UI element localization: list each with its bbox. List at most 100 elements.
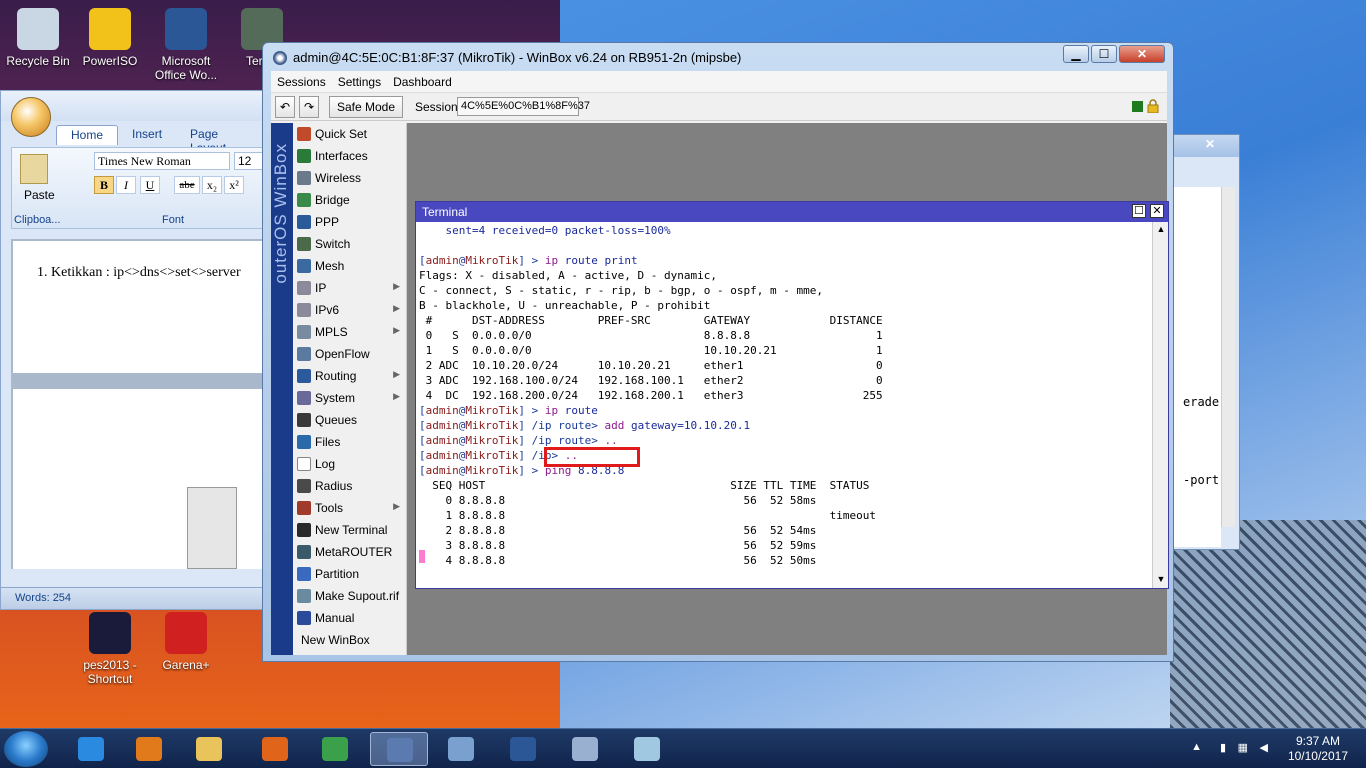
paste-icon[interactable]	[20, 154, 48, 184]
recycle-bin-icon[interactable]: Recycle Bin	[0, 8, 76, 68]
minimize-button[interactable]: ▁	[1063, 45, 1089, 63]
nav-item-mpls[interactable]: MPLS ▶	[293, 321, 406, 343]
nav-item-openflow[interactable]: OpenFlow	[293, 343, 406, 365]
pes2013-icon[interactable]: pes2013 - Shortcut	[72, 612, 148, 686]
nav-item-new-terminal[interactable]: New Terminal	[293, 519, 406, 541]
taskbar-paint-button[interactable]	[556, 732, 614, 766]
terminal-window[interactable]: Terminal ☐ ✕ sent=4 received=0 packet-lo…	[415, 201, 1169, 589]
safe-mode-button[interactable]: Safe Mode	[329, 96, 403, 118]
nav-item-new-winbox[interactable]: New WinBox	[293, 629, 406, 651]
underline-button[interactable]: U	[140, 176, 160, 194]
font-name-select[interactable]: Times New Roman	[94, 152, 230, 170]
bold-button[interactable]: B	[94, 176, 114, 194]
word-icon	[510, 737, 536, 761]
tab-page-layout[interactable]: Page Layout	[176, 125, 271, 155]
word-window[interactable]: Home Insert Page Layout Paste Times New …	[0, 90, 273, 610]
nav-item-log[interactable]: Log	[293, 453, 406, 475]
close-button[interactable]: ✕	[1119, 45, 1165, 63]
nav-item-mesh[interactable]: Mesh	[293, 255, 406, 277]
terminal-command: ..	[604, 434, 617, 447]
nav-item-label: OpenFlow	[315, 347, 370, 361]
command-keyword: ..	[604, 434, 618, 447]
terminal-screen[interactable]: sent=4 received=0 packet-loss=100% [admin…	[416, 222, 1154, 588]
tab-home[interactable]: Home	[56, 125, 119, 145]
redo-button[interactable]: ↷	[299, 96, 319, 118]
scroll-down-icon[interactable]: ▼	[1155, 574, 1167, 586]
undo-button[interactable]: ↶	[275, 96, 295, 118]
clock[interactable]: 9:37 AM 10/10/2017	[1288, 734, 1348, 764]
word-shortcut-icon[interactable]: Microsoft Office Wo...	[148, 8, 224, 82]
lock-icon	[1147, 99, 1159, 113]
terminal-close-button[interactable]: ✕	[1150, 204, 1164, 218]
taskbar-explorer-button[interactable]	[180, 732, 238, 766]
winbox-window[interactable]: admin@4C:5E:0C:B1:8F:37 (MikroTik) - Win…	[262, 42, 1174, 662]
taskbar-winbox-button[interactable]	[370, 732, 428, 766]
command-keyword: ip	[544, 254, 559, 267]
network-icon[interactable]: ▦	[1238, 741, 1248, 754]
menu-settings[interactable]: Settings	[332, 71, 387, 92]
nav-item-radius[interactable]: Radius	[293, 475, 406, 497]
nav-item-system[interactable]: System ▶	[293, 387, 406, 409]
terminal-line: [admin@MikroTik] > ip route print	[419, 253, 638, 268]
taskbar-firefox-button[interactable]	[246, 732, 304, 766]
document-text: 1. Ketikkan : ip<>dns<>set<>server	[37, 265, 241, 280]
nav-item-ip[interactable]: IP ▶	[293, 277, 406, 299]
menu-sessions[interactable]: Sessions	[271, 71, 332, 92]
garena-icon[interactable]: Garena+	[148, 612, 224, 672]
battery-icon[interactable]: ▮	[1220, 741, 1226, 754]
session-field[interactable]: 4C%5E%0C%B1%8F%37	[457, 97, 590, 116]
command-keyword: ip	[544, 404, 559, 417]
terminal-titlebar[interactable]: Terminal ☐ ✕	[416, 202, 1168, 222]
terminal-line: sent=4 received=0 packet-loss=100%	[419, 224, 671, 237]
taskbar-media-player-button[interactable]	[120, 732, 178, 766]
poweriso-icon[interactable]: PowerISO	[72, 8, 148, 68]
italic-button[interactable]: I	[116, 176, 136, 194]
nav-item-tools[interactable]: Tools ▶	[293, 497, 406, 519]
strikethrough-button[interactable]: abe	[174, 176, 200, 194]
nav-item-ipv6[interactable]: IPv6 ▶	[293, 299, 406, 321]
nav-item-partition[interactable]: Partition	[293, 563, 406, 585]
nav-item-quick-set[interactable]: Quick Set	[293, 123, 406, 145]
terminal-scrollbar[interactable]: ▲ ▼	[1152, 222, 1168, 588]
desktop-icon-label: Recycle Bin	[6, 54, 70, 68]
superscript-button[interactable]: x²	[224, 176, 244, 194]
volume-icon[interactable]: ◀	[1260, 741, 1268, 754]
nav-item-wireless[interactable]: Wireless	[293, 167, 406, 189]
show-hidden-icons-icon[interactable]: ▲	[1191, 741, 1202, 753]
office-button[interactable]	[11, 97, 51, 137]
nav-item-files[interactable]: Files	[293, 431, 406, 453]
maximize-button[interactable]: ☐	[1091, 45, 1117, 63]
taskbar-notes-button[interactable]	[618, 732, 676, 766]
nav-item-metarouter[interactable]: MetaROUTER	[293, 541, 406, 563]
prompt-segment: [	[419, 464, 426, 477]
nav-item-manual[interactable]: Manual	[293, 607, 406, 629]
taskbar-chrome-button[interactable]	[306, 732, 364, 766]
tab-insert[interactable]: Insert	[118, 125, 176, 145]
nav-item-switch[interactable]: Switch	[293, 233, 406, 255]
tools-icon	[297, 501, 311, 515]
terminal-line: # DST-ADDRESS PREF-SRC GATEWAY DISTANCE	[419, 314, 883, 327]
taskbar-word-button[interactable]	[494, 732, 552, 766]
nav-item-make-supout-rif[interactable]: Make Supout.rif	[293, 585, 406, 607]
close-icon[interactable]: ✕	[1205, 137, 1215, 151]
nav-item-bridge[interactable]: Bridge	[293, 189, 406, 211]
document-page[interactable]: 1. Ketikkan : ip<>dns<>set<>server	[13, 241, 273, 373]
background-window-scrollbar[interactable]	[1221, 187, 1235, 527]
terminal-line: 3 ADC 192.168.100.0/24 192.168.100.1 eth…	[419, 374, 883, 387]
taskbar-ie-button[interactable]	[62, 732, 120, 766]
nav-item-queues[interactable]: Queues	[293, 409, 406, 431]
start-button[interactable]	[4, 731, 48, 767]
taskbar-network-button[interactable]	[432, 732, 490, 766]
menu-dashboard[interactable]: Dashboard	[387, 71, 458, 92]
nav-item-label: PPP	[315, 215, 340, 229]
nav-item-label: IPv6	[315, 303, 340, 317]
system-icon	[297, 391, 311, 405]
subscript-button[interactable]: x₂	[202, 176, 222, 194]
nav-item-ppp[interactable]: PPP	[293, 211, 406, 233]
nav-item-routing[interactable]: Routing ▶	[293, 365, 406, 387]
scroll-up-icon[interactable]: ▲	[1155, 224, 1167, 236]
nav-item-interfaces[interactable]: Interfaces	[293, 145, 406, 167]
nav-item-label: Queues	[315, 413, 358, 427]
paste-button[interactable]: Paste	[24, 188, 55, 202]
terminal-maximize-button[interactable]: ☐	[1132, 204, 1146, 218]
